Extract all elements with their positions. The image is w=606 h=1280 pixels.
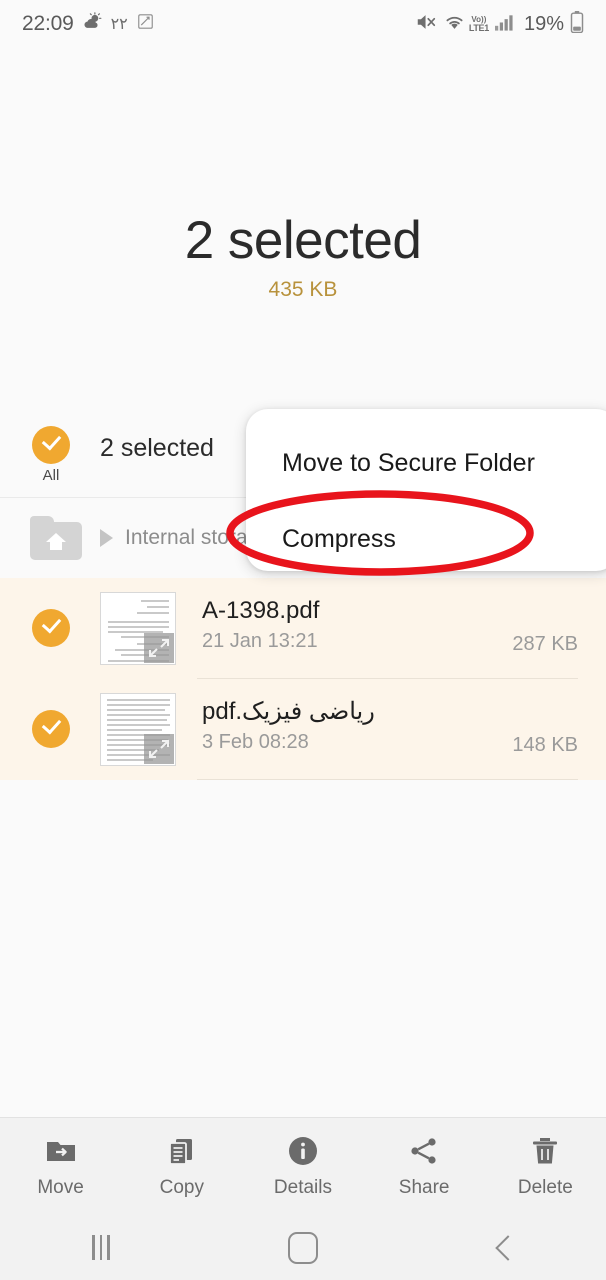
move-folder-icon [44,1134,78,1168]
status-bar-left: 22:09 ۲۲ [22,12,154,36]
home-folder-icon[interactable] [30,516,82,560]
check-icon [32,609,70,647]
pdf-page-thumbnail [100,693,176,766]
select-all-checkbox[interactable] [32,426,70,464]
delete-label: Delete [517,1177,573,1198]
pdf-page-thumbnail [100,592,176,665]
list-item[interactable]: ریاضی فیزیک.pdf 3 Feb 08:28 148 KB [0,679,606,780]
bottom-toolbar: Move Copy Details Share Delete [0,1117,606,1215]
battery-icon [570,10,584,38]
signal-bars-icon [494,13,516,36]
back-button[interactable] [445,1215,565,1280]
check-icon [32,710,70,748]
lte-label: LTE1 [468,22,489,33]
selected-count-label: 2 selected [100,434,214,462]
file-name: ریاضی فیزیک.pdf [202,698,375,725]
status-bar-right: Vo)) LTE1 19% [415,10,584,38]
triangle-right-icon [100,529,113,547]
recents-icon [92,1235,110,1260]
expand-overlay-icon [144,734,174,764]
copy-button[interactable]: Copy [127,1134,237,1199]
expand-overlay-icon [144,633,174,663]
list-item[interactable]: A-1398.pdf 21 Jan 13:21 287 KB [0,578,606,679]
navigation-bar [0,1215,606,1280]
details-label: Details [273,1177,332,1198]
details-button[interactable]: Details [248,1134,358,1199]
home-icon [288,1231,318,1264]
file-name: A-1398.pdf [202,597,320,624]
page-title: 2 selected [184,211,422,270]
move-button[interactable]: Move [6,1134,116,1199]
file-size: 148 KB [512,734,578,756]
status-temperature: ۲۲ [110,16,128,33]
recents-button[interactable] [41,1215,161,1280]
row-divider [197,779,578,780]
trash-icon [528,1134,562,1168]
total-size-label: 435 KB [268,278,338,301]
share-button[interactable]: Share [369,1134,479,1199]
check-icon [32,426,70,464]
sun-behind-cloud-icon [83,12,102,36]
share-icon [407,1134,441,1168]
file-list: A-1398.pdf 21 Jan 13:21 287 KB ریاضی فیز… [0,578,606,780]
share-label: Share [398,1177,450,1198]
volte-lte-indicator: Vo)) LTE1 [468,15,489,33]
mute-icon [415,11,437,38]
move-label: Move [37,1177,84,1198]
status-bar: 22:09 ۲۲ Vo)) LTE1 19% [0,0,606,48]
file-checkbox[interactable] [32,710,70,748]
copy-label: Copy [159,1177,204,1198]
status-clock: 22:09 [22,12,74,35]
battery-percent: 19% [523,12,564,35]
wifi-icon [443,12,466,37]
copy-icon [165,1134,199,1168]
back-icon [495,1234,521,1261]
file-size: 287 KB [512,633,578,655]
home-button[interactable] [243,1215,363,1280]
info-icon [286,1134,320,1168]
menu-item-compress[interactable]: Compress [282,525,396,554]
delete-button[interactable]: Delete [490,1134,600,1199]
context-menu: Move to Secure Folder Compress [246,409,606,571]
file-checkbox[interactable] [32,609,70,647]
header-area: 2 selected 435 KB [0,48,606,410]
screenshot-edit-icon [137,13,154,35]
select-all-label: All [42,467,60,484]
menu-item-move-to-secure-folder[interactable]: Move to Secure Folder [282,449,535,478]
